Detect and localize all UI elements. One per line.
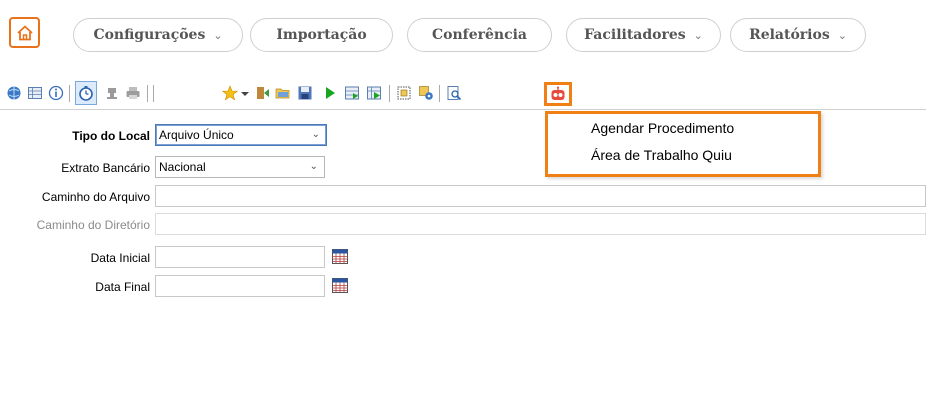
chevron-down-icon: ⌄	[213, 28, 223, 42]
nav-relatorios-label: Relatórios	[749, 27, 830, 43]
data-inicial-label: Data Inicial	[90, 251, 150, 265]
web-icon[interactable]	[6, 85, 22, 101]
toolbar-separator	[69, 85, 70, 102]
robot-dropdown-menu: Agendar Procedimento Área de Trabalho Qu…	[545, 111, 821, 177]
nav-configuracoes[interactable]: Configurações ⌄	[73, 18, 243, 52]
robot-button[interactable]	[544, 82, 572, 106]
toolbar	[0, 79, 926, 110]
select-all-icon[interactable]	[396, 85, 412, 101]
toolbar-separator	[439, 85, 440, 102]
stamp-icon[interactable]	[104, 85, 120, 101]
favorite-star-icon[interactable]	[222, 85, 238, 101]
nav-facilitadores-label: Facilitadores	[584, 27, 686, 43]
data-inicial-field[interactable]	[155, 246, 325, 268]
toolbar-separator	[147, 85, 148, 102]
info-icon[interactable]	[48, 85, 64, 101]
print-icon[interactable]	[125, 85, 141, 101]
save-icon[interactable]	[297, 85, 313, 101]
calendar-icon[interactable]	[332, 278, 348, 293]
home-button[interactable]	[9, 17, 40, 48]
run-list-icon[interactable]	[344, 85, 360, 101]
config-icon[interactable]	[418, 85, 434, 101]
chevron-down-icon: ⌄	[309, 161, 318, 172]
extrato-value: Nacional	[159, 160, 206, 174]
nav-importacao-label: Importação	[276, 27, 367, 43]
extrato-label: Extrato Bancário	[61, 161, 150, 175]
preview-icon[interactable]	[446, 85, 462, 101]
tipo-local-select[interactable]: Arquivo Único ⌄	[155, 124, 327, 146]
open-folder-icon[interactable]	[275, 85, 291, 101]
toolbar-separator	[153, 85, 154, 102]
nav-relatorios[interactable]: Relatórios ⌄	[730, 18, 866, 52]
menu-item-agendar-procedimento[interactable]: Agendar Procedimento	[591, 120, 734, 136]
nav-conferencia[interactable]: Conferência	[407, 18, 552, 52]
data-final-label: Data Final	[95, 280, 150, 294]
robot-icon	[551, 86, 565, 100]
star-dropdown-icon[interactable]	[240, 85, 250, 101]
nav-facilitadores[interactable]: Facilitadores ⌄	[566, 18, 721, 52]
caminho-diretorio-label: Caminho do Diretório	[36, 218, 150, 232]
run-grid-icon[interactable]	[366, 85, 382, 101]
chevron-down-icon: ⌄	[693, 28, 703, 42]
nav-importacao[interactable]: Importação	[250, 18, 393, 52]
menu-item-area-trabalho-quiu[interactable]: Área de Trabalho Quiu	[591, 147, 732, 163]
chevron-down-icon: ⌄	[837, 28, 847, 42]
tipo-local-value: Arquivo Único	[159, 128, 234, 142]
timer-button[interactable]	[75, 81, 97, 105]
timer-icon	[79, 86, 93, 101]
extrato-select[interactable]: Nacional ⌄	[155, 156, 325, 178]
tipo-local-label: Tipo do Local	[72, 129, 150, 143]
caminho-diretorio-field	[155, 213, 926, 235]
nav-conferencia-label: Conferência	[432, 27, 527, 43]
caminho-arquivo-label: Caminho do Arquivo	[41, 190, 150, 204]
chevron-down-icon: ⌄	[311, 129, 320, 140]
home-icon	[16, 25, 33, 40]
data-final-field[interactable]	[155, 275, 325, 297]
play-icon[interactable]	[322, 85, 338, 101]
nav-configuracoes-label: Configurações	[93, 27, 206, 43]
grid-icon[interactable]	[27, 85, 43, 101]
calendar-icon[interactable]	[332, 249, 348, 264]
toolbar-separator	[389, 85, 390, 102]
caminho-arquivo-field[interactable]	[155, 185, 926, 207]
